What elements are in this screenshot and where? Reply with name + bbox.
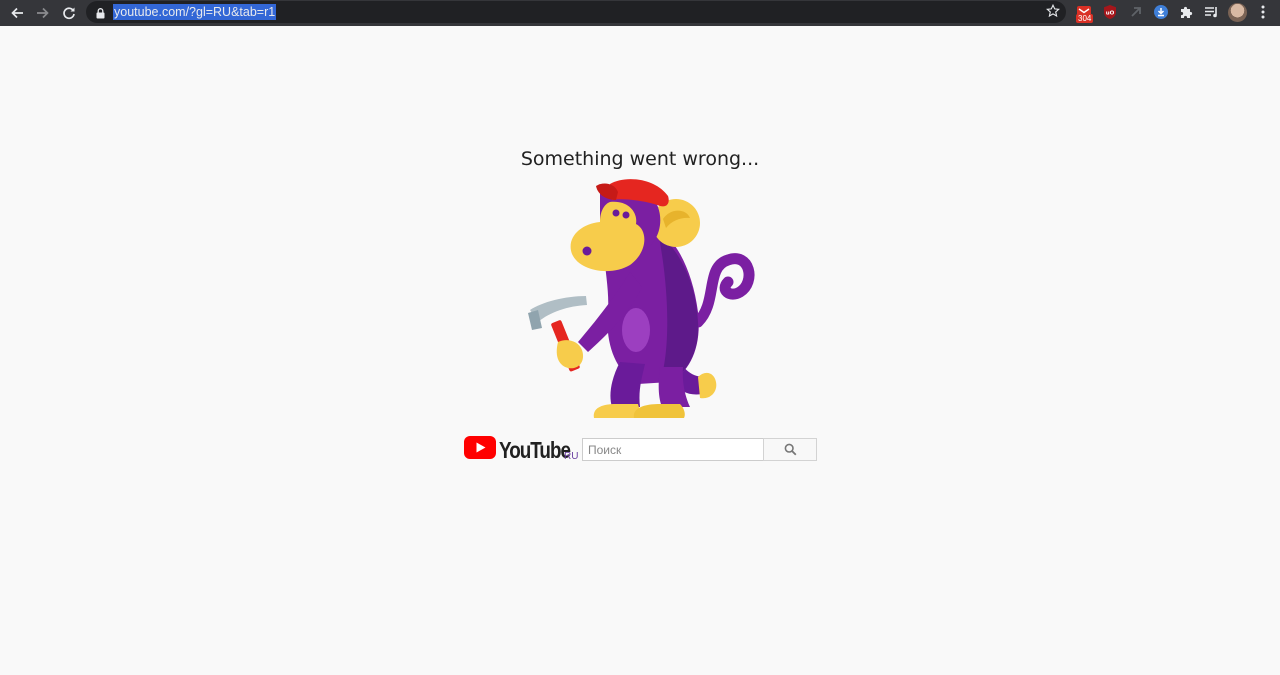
back-icon[interactable] [8, 4, 26, 22]
download-icon[interactable] [1152, 3, 1170, 21]
youtube-region-label: RU [564, 451, 579, 462]
extension-badge: 304 [1076, 14, 1094, 23]
media-icon[interactable] [1202, 3, 1220, 21]
search-input[interactable] [582, 438, 764, 461]
search-icon [784, 443, 796, 456]
browser-toolbar: youtube.com/?gl=RU&tab=r1 304 uO [0, 0, 1280, 26]
address-bar[interactable]: youtube.com/?gl=RU&tab=r1 [86, 1, 1066, 23]
reload-icon[interactable] [60, 4, 78, 22]
puzzle-icon[interactable] [1177, 3, 1195, 21]
ublock-icon[interactable]: uO [1101, 3, 1119, 21]
svg-text:uO: uO [1106, 11, 1115, 17]
error-title: Something went wrong... [520, 148, 760, 170]
forward-icon[interactable] [34, 4, 52, 22]
search-button[interactable] [763, 438, 817, 461]
lock-icon[interactable] [96, 6, 105, 24]
youtube-logo[interactable]: YouTube RU [464, 436, 586, 464]
menu-icon[interactable] [1254, 3, 1272, 21]
youtube-wordmark: YouTube [499, 437, 571, 463]
youtube-play-icon [464, 436, 496, 459]
avatar[interactable] [1228, 3, 1247, 22]
url-text[interactable]: youtube.com/?gl=RU&tab=r1 [113, 4, 277, 20]
star-icon[interactable] [1046, 3, 1060, 23]
extension-icon[interactable] [1127, 3, 1145, 21]
monkey-illustration [520, 172, 760, 425]
